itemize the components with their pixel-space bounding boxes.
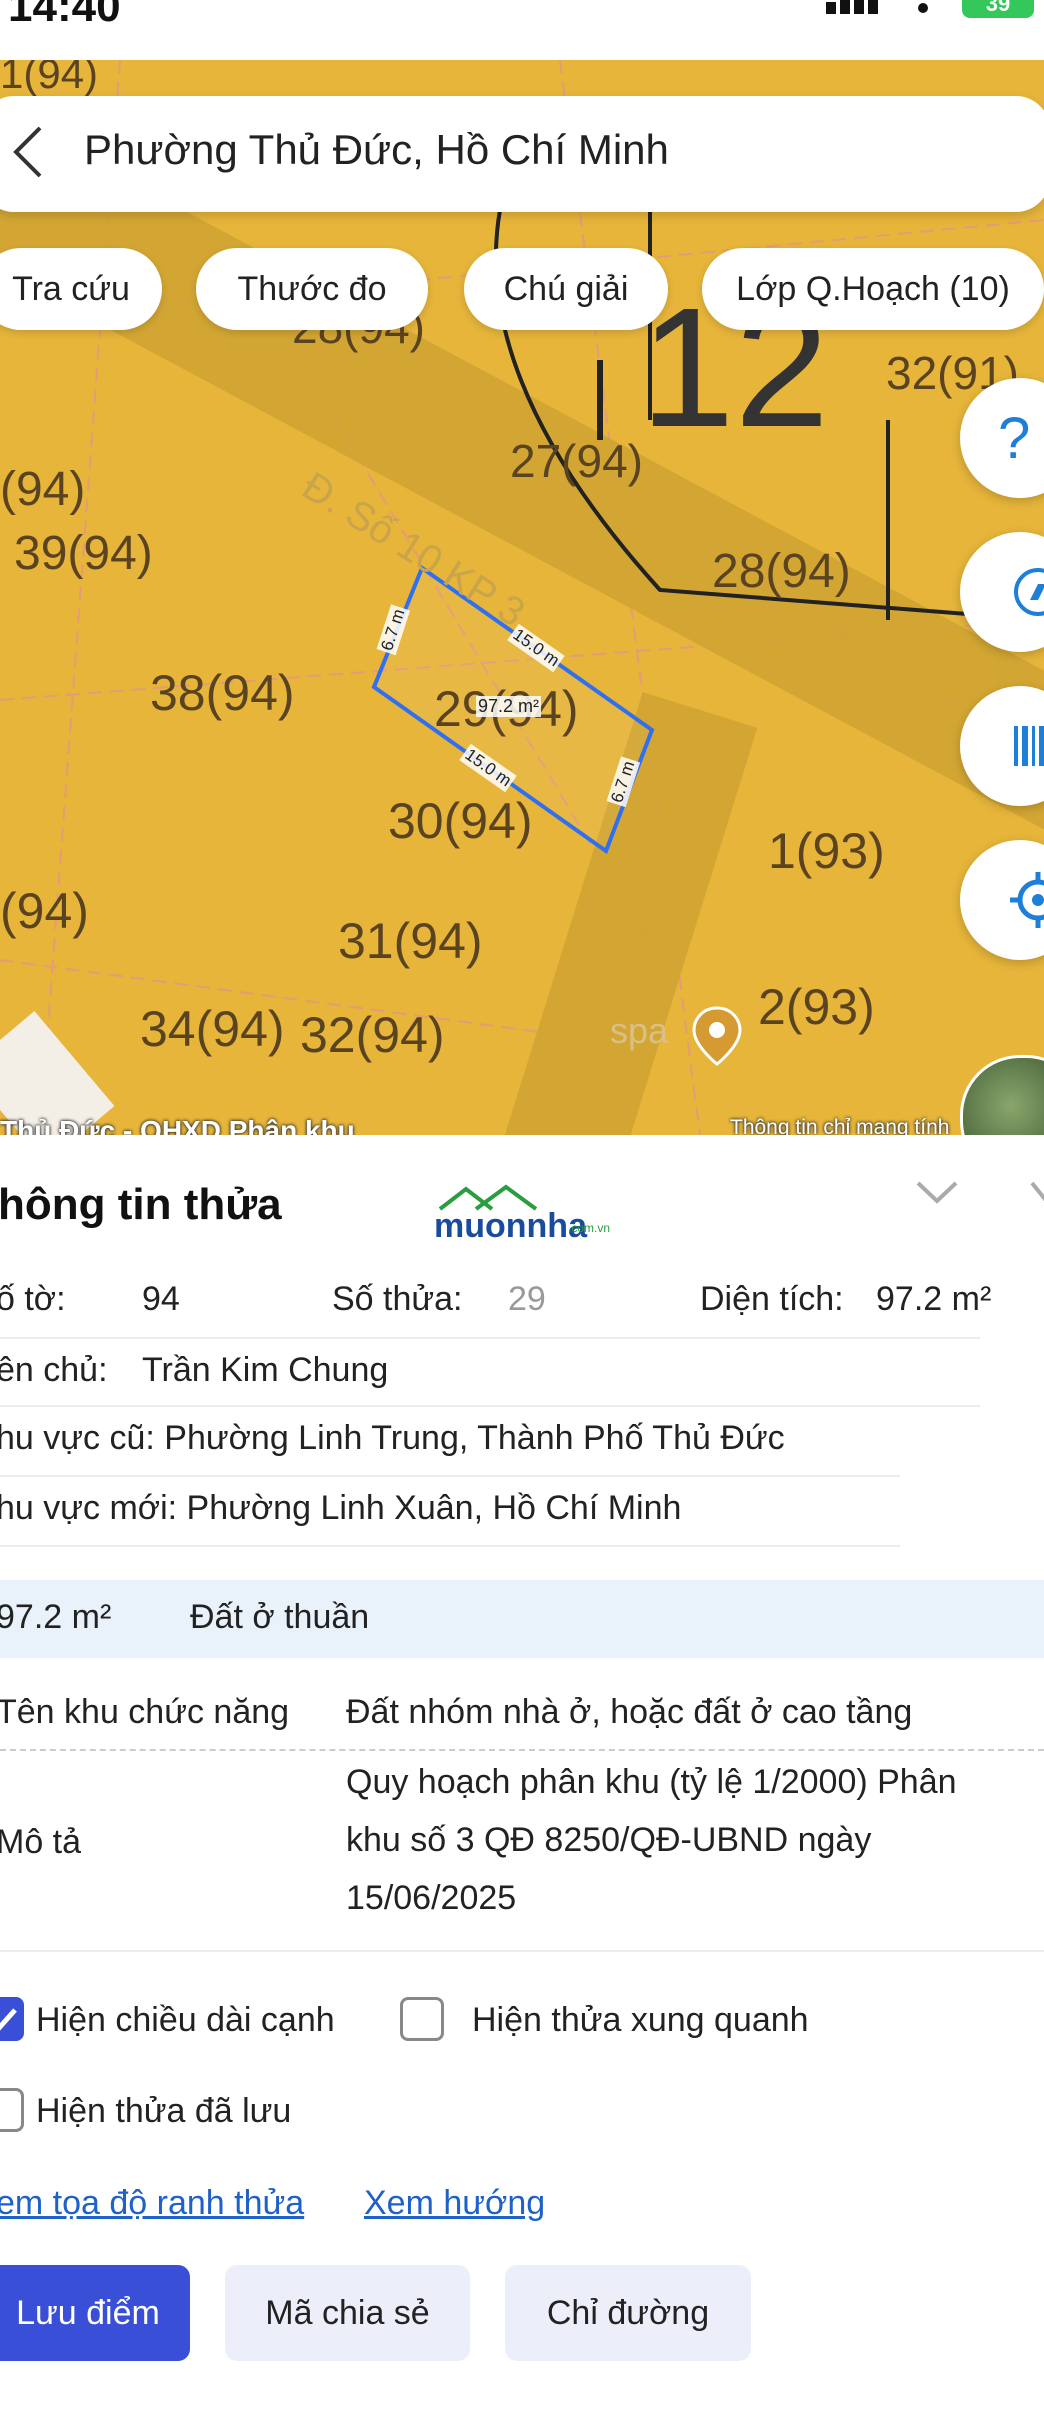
dien-tich-label: Diện tích:: [700, 1280, 844, 1318]
so-thua-label: Số thửa:: [332, 1280, 463, 1318]
locate-icon: [1010, 872, 1044, 928]
parcel-label: 1(93): [768, 823, 885, 879]
chevron-down-icon[interactable]: [912, 1173, 962, 1223]
parcel-label: 39(94): [14, 527, 153, 580]
checkbox-hien-da-luu[interactable]: [0, 2088, 24, 2132]
mo-ta-line: 15/06/2025: [346, 1879, 517, 1917]
chip-tra-cuu[interactable]: Tra cứu: [0, 248, 162, 330]
link-xem-toa-do[interactable]: em tọa độ ranh thửa: [0, 2184, 304, 2223]
status-bar: 14:40 39: [0, 0, 1044, 60]
chi-duong-button[interactable]: Chỉ đường: [505, 2265, 751, 2361]
link-xem-huong[interactable]: Xem hướng: [364, 2184, 545, 2223]
battery-indicator: 39: [962, 0, 1034, 18]
signal-icon: [826, 0, 886, 19]
sheet-title: hông tin thửa: [0, 1180, 282, 1229]
label-hien-xung-quanh[interactable]: Hiện thửa xung quanh: [472, 2001, 809, 2040]
parcel-label: 31(94): [338, 913, 483, 969]
status-time: 14:40: [8, 0, 121, 31]
parcel-label: 2(93): [758, 979, 875, 1035]
parcel-label: 28(94): [712, 545, 851, 598]
mo-ta-line: khu số 3 QĐ 8250/QĐ-UBND ngày: [346, 1821, 872, 1859]
muonnha-logo: muonnha .com.vn: [432, 1183, 622, 1245]
luu-diem-button[interactable]: Lưu điểm: [0, 2265, 190, 2361]
map-layer-name: Thủ Đức - QHXD Phân khu: [0, 1115, 355, 1135]
label-hien-chieu-dai[interactable]: Hiện chiều dài cạnh: [36, 2001, 335, 2040]
ten-khu-label: Tên khu chức năng: [0, 1693, 290, 1731]
so-to-label: ố tờ:: [0, 1280, 66, 1318]
mo-ta-line: Quy hoạch phân khu (tỷ lệ 1/2000) Phân: [346, 1763, 957, 1801]
back-icon[interactable]: [8, 122, 48, 194]
parcel-label: 34(94): [140, 1001, 285, 1057]
wifi-icon: [906, 0, 940, 19]
chip-chu-giai[interactable]: Chú giải: [464, 248, 668, 330]
svg-text:?: ?: [998, 406, 1030, 471]
mo-ta-label: Mô tả: [0, 1823, 82, 1861]
checkbox-hien-chieu-dai[interactable]: [0, 1997, 24, 2041]
band-type: Đất ở thuần: [190, 1598, 370, 1636]
parcel-label: 32(94): [300, 1007, 445, 1063]
parcel-label: 30(94): [388, 793, 533, 849]
checkbox-hien-xung-quanh[interactable]: [400, 1997, 444, 2041]
logo-text: muonnha: [434, 1207, 587, 1245]
ma-chia-se-button[interactable]: Mã chia sẻ: [225, 2265, 470, 2361]
so-to-value: 94: [142, 1280, 180, 1318]
land-use-band: 97.2 m² Đất ở thuần: [0, 1580, 1044, 1658]
chu-label: ên chủ:: [0, 1351, 108, 1389]
chu-value: Trần Kim Chung: [142, 1351, 389, 1389]
search-location-text: Phường Thủ Đức, Hồ Chí Minh: [84, 126, 669, 173]
label-hien-da-luu[interactable]: Hiện thửa đã lưu: [36, 2092, 291, 2131]
parcel-info-sheet: hông tin thửa muonnha .com.vn ố tờ: 94 S…: [0, 1135, 1044, 2420]
dien-tich-value: 97.2 m²: [876, 1280, 992, 1318]
parcel-label: (94): [0, 883, 89, 939]
chip-lop-quy-hoach[interactable]: Lớp Q.Hoạch (10): [702, 248, 1044, 330]
band-area: 97.2 m²: [0, 1598, 112, 1636]
parcel-label: 38(94): [150, 665, 295, 721]
map-disclaimer: Thông tin chỉ mang tính: [730, 1116, 950, 1135]
parcel-label: 27(94): [510, 435, 643, 487]
chip-thuoc-do[interactable]: Thước đo: [196, 248, 428, 330]
khu-vuc-cu: hu vực cũ: Phường Linh Trung, Thành Phố …: [0, 1419, 785, 1457]
khu-vuc-moi: hu vực mới: Phường Linh Xuân, Hồ Chí Min…: [0, 1489, 682, 1527]
so-thua-value: 29: [508, 1280, 546, 1318]
map-view[interactable]: 1(94) 28(94) 27(94) 28(94) 32(91) (94) 3…: [0, 60, 1044, 1135]
ten-khu-value: Đất nhóm nhà ở, hoặc đất ở cao tầng: [346, 1693, 913, 1731]
compass-icon: [1014, 568, 1044, 616]
question-icon: ?: [998, 406, 1030, 471]
parcel-area: 97.2 m²: [476, 696, 542, 717]
close-icon[interactable]: [1028, 1175, 1044, 1220]
poi-label: spa: [610, 1010, 669, 1051]
barcode-icon: [1014, 726, 1044, 766]
parcel-label: (94): [0, 463, 86, 516]
parcel-label: 1(94): [0, 60, 99, 97]
search-bar[interactable]: Phường Thủ Đức, Hồ Chí Minh: [0, 96, 1044, 212]
